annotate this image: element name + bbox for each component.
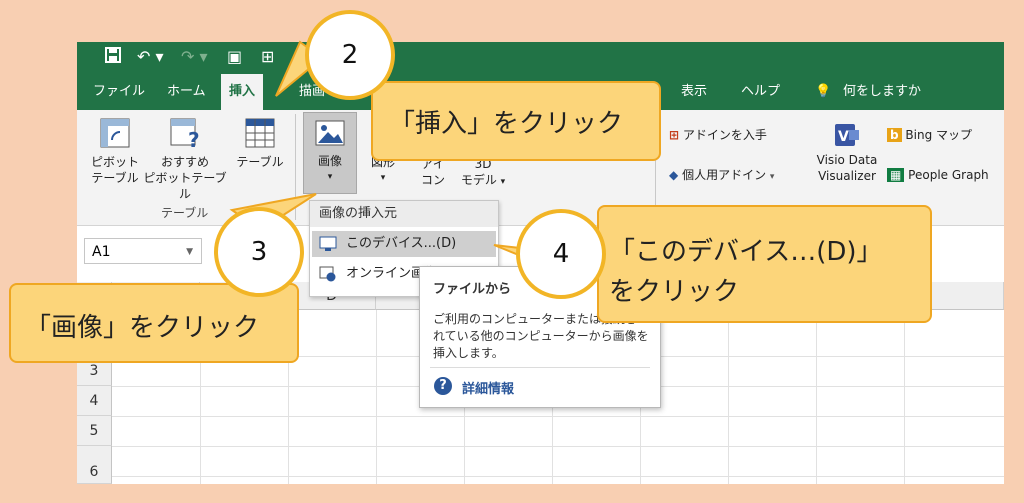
callout-step2-text: 「挿入」をクリック (389, 109, 624, 139)
callout-step4: 「このデバイス…(D)」 をクリック (597, 205, 932, 323)
callout-step4-line-1: 「このデバイス…(D)」 (609, 237, 883, 267)
callout-step3-text: 「画像」をクリック (25, 313, 260, 343)
step-3-badge: 3 (214, 207, 304, 297)
step-2-badge: 2 (305, 10, 395, 100)
callout-step2: 「挿入」をクリック (371, 81, 661, 161)
callout-step4-line-2: をクリック (609, 277, 740, 307)
step-4-badge: 4 (516, 209, 606, 299)
